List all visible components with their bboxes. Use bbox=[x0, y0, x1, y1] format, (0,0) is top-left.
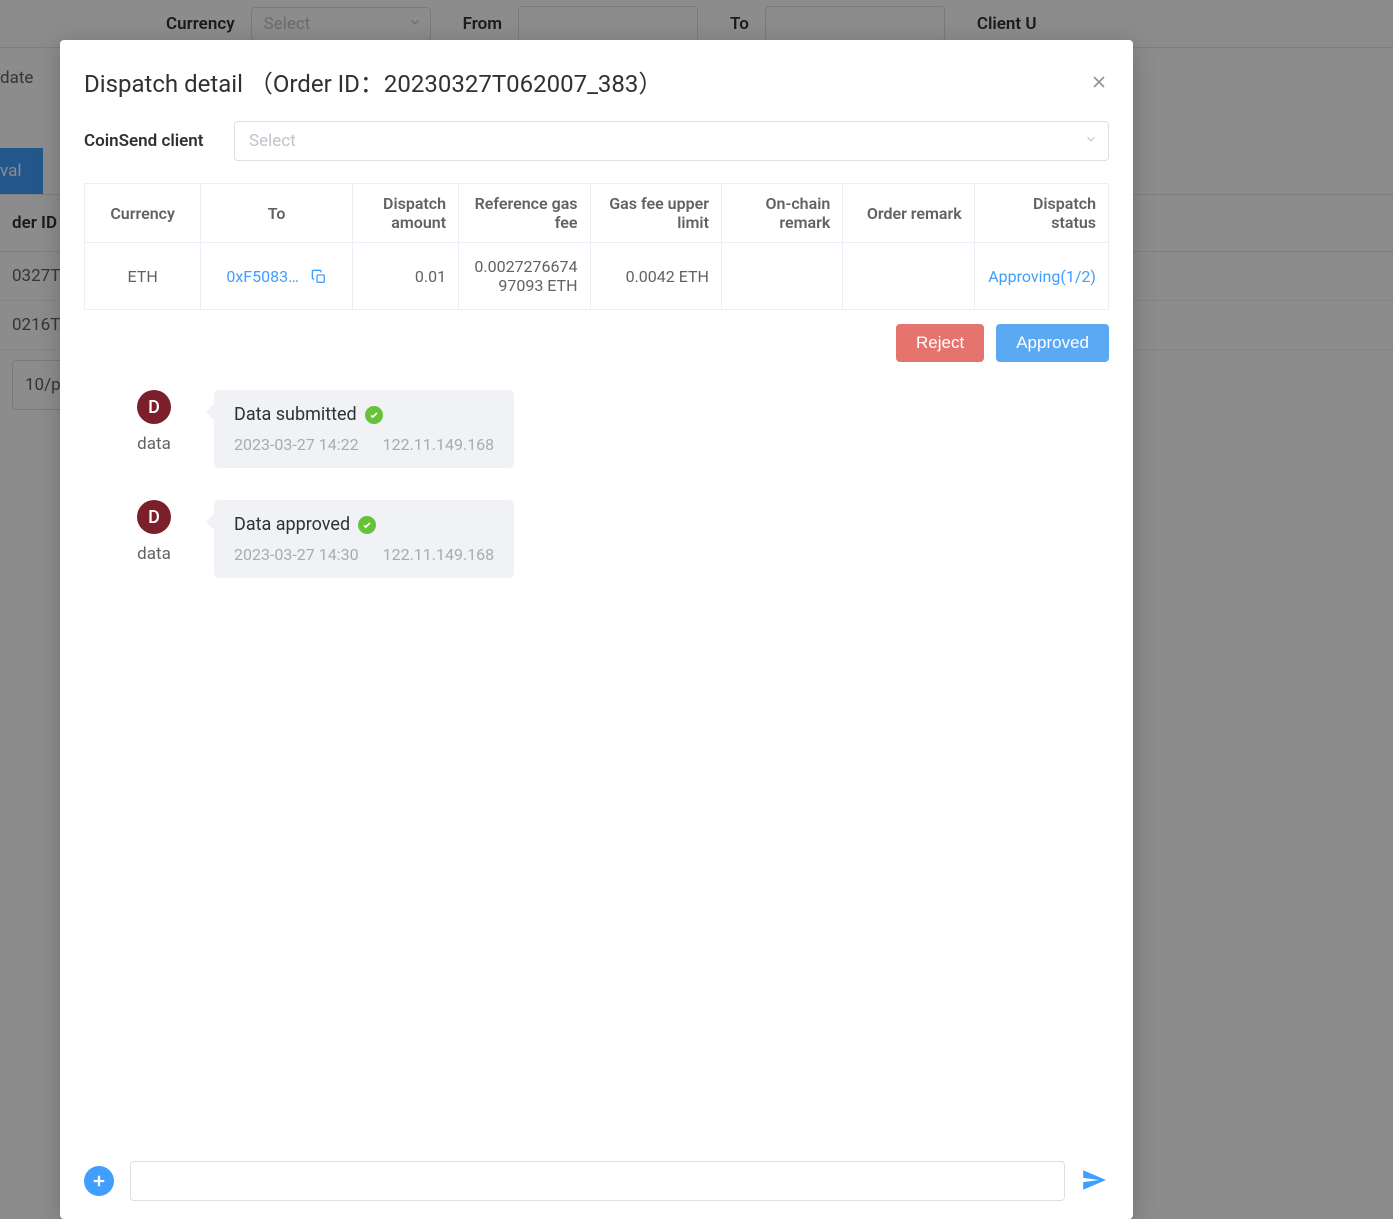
timeline-user: data bbox=[137, 434, 171, 454]
timeline-ip: 122.11.149.168 bbox=[383, 435, 495, 454]
comment-input[interactable] bbox=[130, 1161, 1065, 1201]
cell-gas-upper: 0.0042 ETH bbox=[590, 243, 721, 310]
timeline-time: 2023-03-27 14:30 bbox=[234, 545, 359, 564]
timeline-card: Data approved 2023-03-27 14:30 122.11.14… bbox=[214, 500, 514, 578]
coinsend-client-placeholder: Select bbox=[249, 131, 296, 151]
comment-composer bbox=[84, 1141, 1109, 1201]
timeline-card: Data submitted 2023-03-27 14:22 122.11.1… bbox=[214, 390, 514, 468]
modal-title: Dispatch detail （Order ID：20230327T06200… bbox=[84, 64, 662, 99]
chevron-down-icon bbox=[1084, 131, 1098, 151]
timeline-ip: 122.11.149.168 bbox=[383, 545, 495, 564]
dispatch-detail-table: Currency To Dispatch amount Reference ga… bbox=[84, 183, 1109, 310]
add-attachment-button[interactable] bbox=[84, 1166, 114, 1196]
th-ref-gas-fee: Reference gas fee bbox=[459, 184, 590, 243]
th-order-remark: Order remark bbox=[843, 184, 974, 243]
coinsend-client-select[interactable]: Select bbox=[234, 121, 1109, 161]
th-gas-upper: Gas fee upper limit bbox=[590, 184, 721, 243]
send-button[interactable] bbox=[1081, 1167, 1109, 1195]
reject-button[interactable]: Reject bbox=[896, 324, 984, 362]
timeline-item: D data Data approved 2023-03-27 14:30 12… bbox=[84, 500, 1109, 578]
timeline-title: Data approved bbox=[234, 514, 350, 535]
copy-icon[interactable] bbox=[311, 269, 327, 285]
check-icon bbox=[358, 516, 376, 534]
th-currency: Currency bbox=[85, 184, 201, 243]
close-button[interactable] bbox=[1089, 72, 1109, 92]
th-to: To bbox=[201, 184, 353, 243]
th-dispatch-amount: Dispatch amount bbox=[352, 184, 458, 243]
th-dispatch-status: Dispatch status bbox=[974, 184, 1108, 243]
timeline-item: D data Data submitted 2023-03-27 14:22 1… bbox=[84, 390, 1109, 468]
dispatch-detail-modal: Dispatch detail （Order ID：20230327T06200… bbox=[60, 40, 1133, 1219]
timeline-title: Data submitted bbox=[234, 404, 357, 425]
cell-dispatch-status[interactable]: Approving(1/2) bbox=[988, 267, 1096, 286]
table-row: ETH 0xF5083… 0.01 0.002727667497093 ETH … bbox=[85, 243, 1109, 310]
cell-dispatch-amount: 0.01 bbox=[352, 243, 458, 310]
timeline-time: 2023-03-27 14:22 bbox=[234, 435, 359, 454]
approval-timeline: D data Data submitted 2023-03-27 14:22 1… bbox=[84, 390, 1109, 610]
check-icon bbox=[365, 406, 383, 424]
cell-to-address[interactable]: 0xF5083… bbox=[226, 267, 298, 286]
cell-onchain-remark bbox=[721, 243, 842, 310]
th-onchain-remark: On-chain remark bbox=[721, 184, 842, 243]
avatar: D bbox=[137, 500, 171, 534]
cell-ref-gas-fee: 0.002727667497093 ETH bbox=[459, 243, 590, 310]
approve-button[interactable]: Approved bbox=[996, 324, 1109, 362]
timeline-user: data bbox=[137, 544, 171, 564]
avatar: D bbox=[137, 390, 171, 424]
cell-currency: ETH bbox=[85, 243, 201, 310]
coinsend-client-label: CoinSend client bbox=[84, 131, 214, 151]
cell-order-remark bbox=[843, 243, 974, 310]
